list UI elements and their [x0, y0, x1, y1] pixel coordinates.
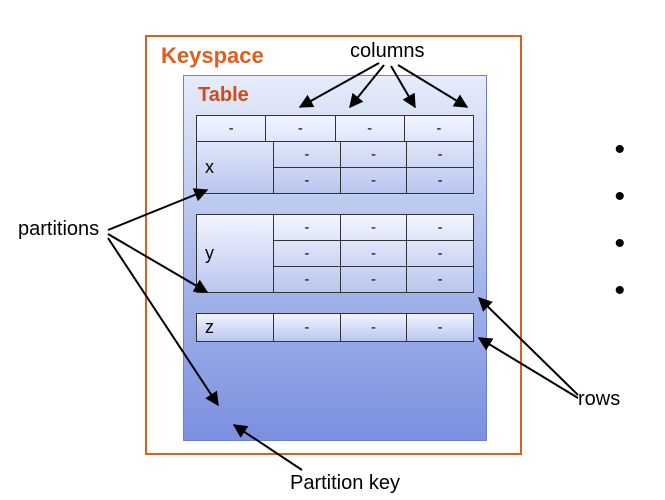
table-cell: -: [406, 267, 473, 292]
keyspace-label: Keyspace: [161, 43, 264, 69]
table-cell: -: [340, 168, 407, 193]
partitions-annotation: partitions: [18, 218, 99, 241]
partition-key-cell: x: [197, 142, 274, 193]
table-cell: -: [340, 215, 407, 240]
columns-annotation: columns: [350, 40, 424, 63]
partition-key-cell: y: [197, 215, 274, 292]
table-cell: -: [406, 215, 473, 240]
table-cell: -: [274, 142, 340, 167]
table-cell: -: [274, 267, 340, 292]
table-row: ---: [274, 215, 473, 240]
table-cell: -: [274, 314, 340, 341]
column-header-cell: -: [265, 116, 334, 141]
partition-y: y---------: [196, 214, 474, 293]
column-header-cell: -: [197, 116, 265, 141]
table-cell: -: [340, 267, 407, 292]
table-cell: -: [406, 314, 473, 341]
table-row: ---: [274, 266, 473, 292]
table-cell: -: [340, 142, 407, 167]
partition-key-cell: z: [197, 314, 274, 341]
keyspace-box: Keyspace Table ----x------y---------z---: [145, 35, 522, 455]
column-header-cell: -: [404, 116, 473, 141]
rows-annotation: rows: [578, 388, 620, 411]
table-cell: -: [274, 215, 340, 240]
table-row: ---: [274, 314, 473, 341]
table-cell: -: [406, 168, 473, 193]
column-header-cell: -: [335, 116, 404, 141]
partitions-container: ----x------y---------z---: [196, 115, 474, 342]
bullet: •: [614, 271, 625, 310]
bullet: •: [614, 130, 625, 169]
partition-key-annotation: Partition key: [290, 472, 400, 495]
table-label: Table: [198, 84, 474, 107]
table-box: Table ----x------y---------z---: [183, 75, 487, 441]
bullet-list: • • • •: [614, 130, 625, 318]
table-cell: -: [340, 314, 407, 341]
table-cell: -: [274, 168, 340, 193]
bullet: •: [614, 177, 625, 216]
table-row: ---: [274, 240, 473, 266]
partition-x: ----x------: [196, 115, 474, 194]
table-cell: -: [274, 241, 340, 266]
table-row: ---: [274, 167, 473, 193]
bullet: •: [614, 224, 625, 263]
table-row: ---: [274, 142, 473, 167]
partition-z: z---: [196, 313, 474, 342]
table-cell: -: [340, 241, 407, 266]
table-cell: -: [406, 142, 473, 167]
table-cell: -: [406, 241, 473, 266]
